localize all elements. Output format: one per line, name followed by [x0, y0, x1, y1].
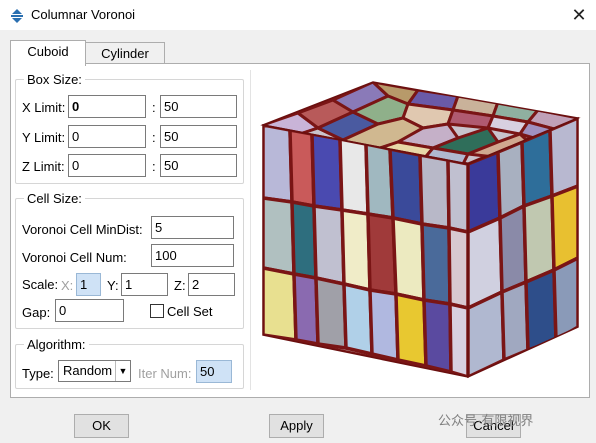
watermark-text: 公众号·有限视界	[438, 413, 534, 428]
type-label: Type:	[22, 366, 54, 381]
tab-cuboid[interactable]: Cuboid	[10, 40, 86, 66]
cell-num-input[interactable]: 100	[151, 244, 234, 267]
x-limit-min-input[interactable]: 0	[68, 95, 146, 118]
cell-size-legend: Cell Size:	[27, 191, 82, 206]
app-icon	[11, 9, 23, 23]
x-limit-separator: :	[152, 100, 156, 115]
z-limit-min-input[interactable]: 0	[68, 154, 146, 177]
z-limit-label: Z Limit:	[22, 159, 65, 174]
panel-divider	[250, 70, 251, 390]
x-limit-label: X Limit:	[22, 100, 66, 115]
box-size-legend: Box Size:	[27, 72, 82, 87]
voronoi-cube-preview	[260, 81, 581, 379]
cell-num-label: Voronoi Cell Num:	[22, 250, 127, 265]
cell-set-checkbox[interactable]	[150, 304, 164, 318]
ok-button[interactable]: OK	[74, 414, 129, 438]
close-icon[interactable]: ✕	[566, 3, 592, 27]
scale-y-input[interactable]: 1	[121, 273, 168, 296]
scale-z-input[interactable]: 2	[188, 273, 235, 296]
cube-left-face	[263, 125, 468, 377]
min-dist-label: Voronoi Cell MinDist:	[22, 222, 143, 237]
y-limit-separator: :	[152, 130, 156, 145]
iter-num-input[interactable]: 50	[196, 360, 232, 383]
z-limit-separator: :	[152, 159, 156, 174]
chevron-down-icon: ▼	[115, 361, 130, 381]
scale-y-label: Y:	[107, 278, 119, 293]
apply-button[interactable]: Apply	[269, 414, 324, 438]
y-limit-min-input[interactable]: 0	[68, 125, 146, 148]
gap-input[interactable]: 0	[55, 299, 124, 322]
cell-set-label[interactable]: Cell Set	[167, 304, 213, 319]
z-limit-max-input[interactable]: 50	[160, 154, 237, 177]
y-limit-label: Y Limit:	[22, 130, 66, 145]
scale-x-label: X:	[61, 278, 74, 293]
scale-x-input[interactable]: 1	[76, 273, 101, 296]
x-limit-max-input[interactable]: 50	[160, 95, 237, 118]
iter-num-label: Iter Num:	[138, 366, 192, 381]
scale-z-label: Z:	[174, 278, 186, 293]
tab-cylinder[interactable]: Cylinder	[85, 42, 165, 65]
type-select-value: Random	[63, 363, 113, 378]
min-dist-input[interactable]: 5	[151, 216, 234, 239]
window-title: Columnar Voronoi	[31, 7, 136, 22]
gap-label: Gap:	[22, 305, 51, 320]
type-select[interactable]: Random ▼	[58, 360, 131, 382]
y-limit-max-input[interactable]: 50	[160, 125, 237, 148]
algorithm-legend: Algorithm:	[27, 337, 86, 352]
scale-label: Scale:	[22, 277, 59, 292]
